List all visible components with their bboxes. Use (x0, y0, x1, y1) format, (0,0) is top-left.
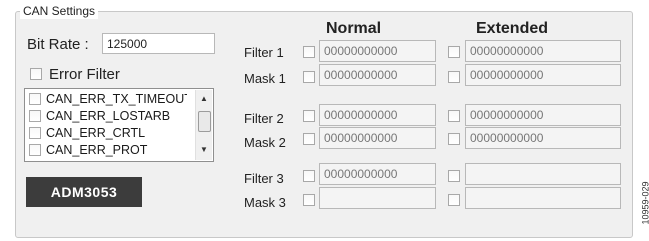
list-item-label: CAN_ERR_TX_TIMEOUT (46, 92, 187, 106)
mask1-label: Mask 1 (244, 71, 286, 86)
scroll-thumb[interactable] (198, 111, 211, 132)
group-title: CAN Settings (20, 3, 99, 19)
filter3-label: Filter 3 (244, 171, 284, 186)
adm3053-badge: ADM3053 (26, 177, 142, 207)
list-item-checkbox[interactable] (29, 144, 41, 156)
mask2-normal-checkbox[interactable] (303, 133, 315, 145)
filter2-extended-checkbox[interactable] (448, 110, 460, 122)
mask1-normal-input[interactable]: 00000000000 (319, 64, 436, 86)
mask2-normal-input[interactable]: 00000000000 (319, 127, 436, 149)
filter2-label: Filter 2 (244, 111, 284, 126)
mask3-extended-checkbox[interactable] (448, 194, 460, 206)
list-item[interactable]: CAN_ERR_PROT (27, 142, 187, 158)
filter3-extended-checkbox[interactable] (448, 170, 460, 182)
mask1-normal-checkbox[interactable] (303, 71, 315, 83)
list-item-checkbox[interactable] (29, 93, 41, 105)
list-item-label: CAN_ERR_CRTL (46, 126, 146, 140)
list-item-label: CAN_ERR_PROT (46, 143, 148, 157)
list-scrollbar[interactable]: ▲ ▼ (195, 90, 212, 160)
bit-rate-input[interactable]: 125000 (102, 33, 215, 54)
list-item[interactable]: CAN_ERR_LOSTARB (27, 108, 187, 124)
filter2-normal-input[interactable]: 00000000000 (319, 104, 436, 126)
mask3-normal-input[interactable] (319, 187, 436, 209)
error-list[interactable]: CAN_ERR_TX_TIMEOUT CAN_ERR_LOSTARB CAN_E… (24, 88, 214, 162)
mask1-extended-checkbox[interactable] (448, 71, 460, 83)
error-filter-checkbox[interactable] (30, 68, 42, 80)
filter1-label: Filter 1 (244, 45, 284, 60)
mask2-extended-input[interactable]: 00000000000 (465, 127, 621, 149)
extended-header: Extended (476, 20, 549, 37)
mask3-extended-input[interactable] (465, 187, 621, 209)
mask1-extended-input[interactable]: 00000000000 (465, 64, 621, 86)
filter1-extended-input[interactable]: 00000000000 (465, 40, 621, 62)
filter3-extended-input[interactable] (465, 163, 621, 185)
filter3-normal-input[interactable]: 00000000000 (319, 163, 436, 185)
filter1-extended-checkbox[interactable] (448, 46, 460, 58)
mask3-label: Mask 3 (244, 195, 286, 210)
scroll-up-icon[interactable]: ▲ (196, 92, 212, 106)
list-item-checkbox[interactable] (29, 127, 41, 139)
list-item[interactable]: CAN_ERR_CRTL (27, 125, 187, 141)
mask3-normal-checkbox[interactable] (303, 194, 315, 206)
scroll-down-icon[interactable]: ▼ (196, 143, 212, 157)
mask2-label: Mask 2 (244, 135, 286, 150)
filter2-extended-input[interactable]: 00000000000 (465, 104, 621, 126)
error-filter-label: Error Filter (49, 66, 120, 83)
list-item[interactable]: CAN_ERR_TX_TIMEOUT (27, 91, 187, 107)
bit-rate-label: Bit Rate : (27, 36, 89, 53)
list-item-label: CAN_ERR_LOSTARB (46, 109, 171, 123)
filter2-normal-checkbox[interactable] (303, 110, 315, 122)
figure-id: 10959-029 (640, 181, 649, 225)
normal-header: Normal (326, 20, 382, 37)
filter3-normal-checkbox[interactable] (303, 170, 315, 182)
list-item-checkbox[interactable] (29, 110, 41, 122)
mask2-extended-checkbox[interactable] (448, 133, 460, 145)
filter1-normal-checkbox[interactable] (303, 46, 315, 58)
filter1-normal-input[interactable]: 00000000000 (319, 40, 436, 62)
